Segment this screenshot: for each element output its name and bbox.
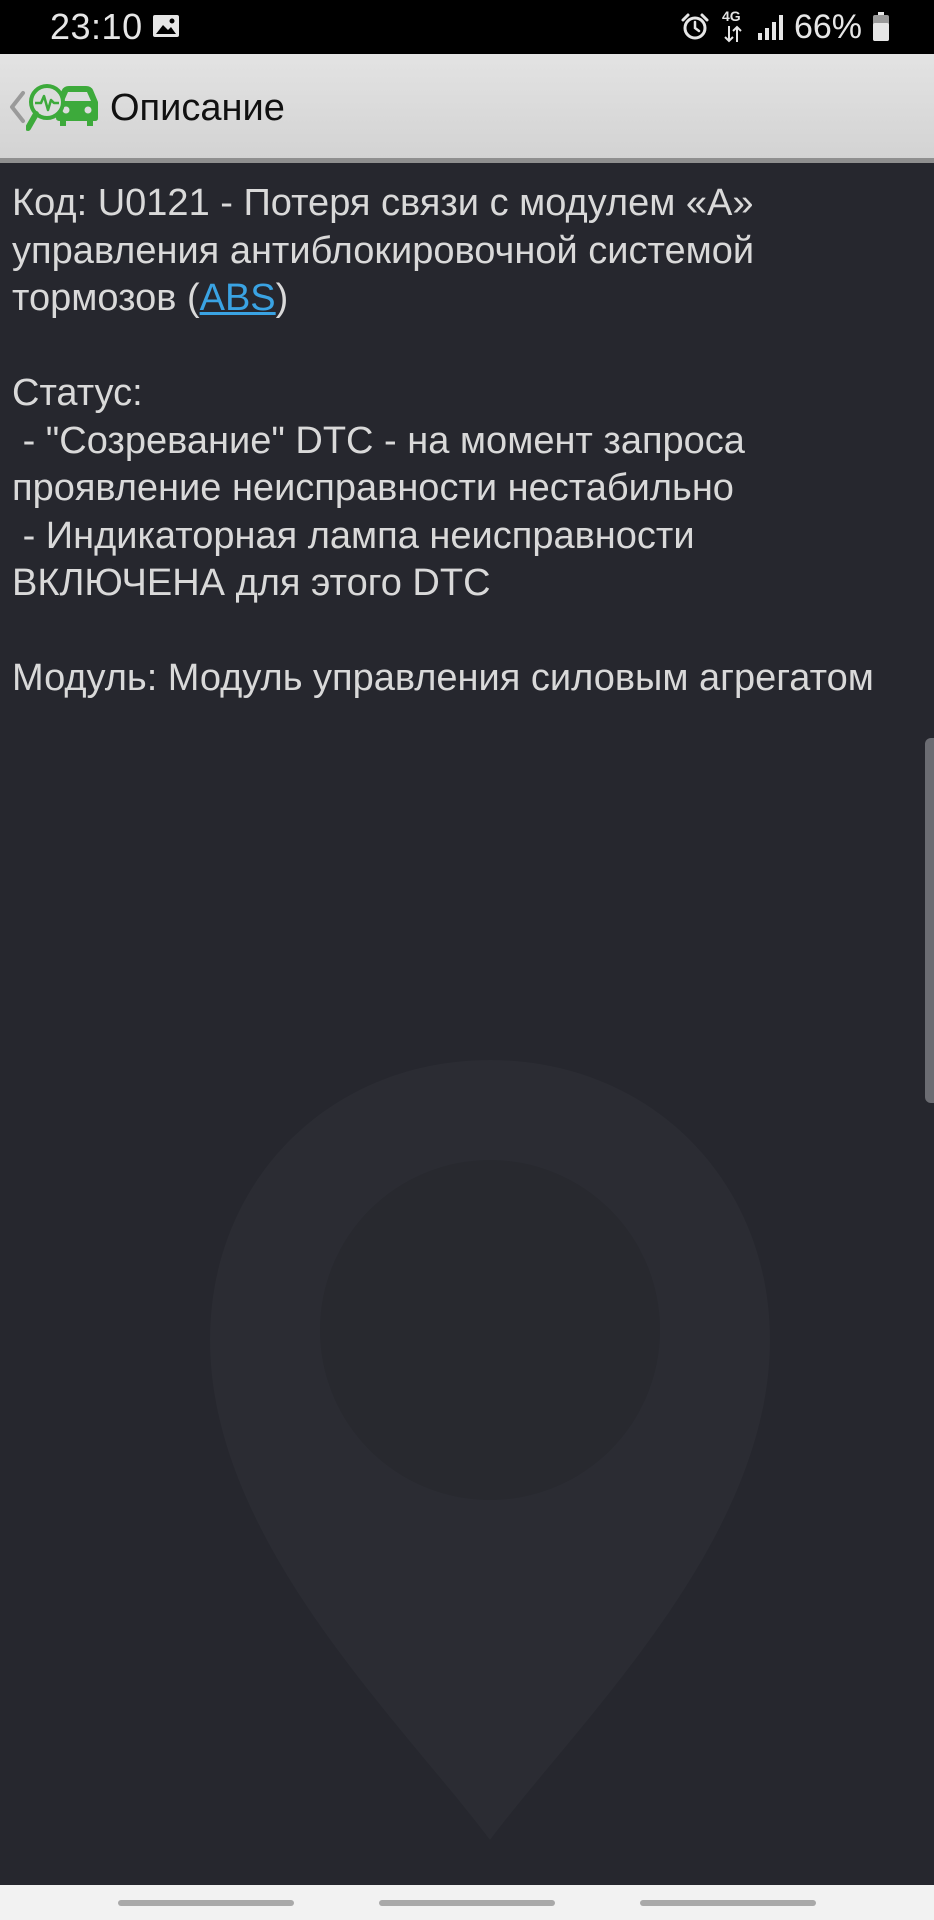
abs-link[interactable]: ABS [200,277,276,319]
battery-icon [872,12,890,42]
network-arrows-icon [724,25,742,43]
signal-icon [756,13,784,41]
status-label: Статус: [12,372,143,414]
code-text-suffix: ) [275,277,289,319]
module-description: Модуль: Модуль управления силовым агрега… [12,657,874,699]
car-diagnostics-logo-icon[interactable] [25,80,100,136]
back-chevron-icon[interactable] [8,90,26,124]
code-text: Код: U0121 - Потеря связи с модулем «A» … [12,182,765,319]
scrollbar-thumb[interactable] [925,738,934,1103]
recent-apps-gesture-handle[interactable] [118,1900,294,1906]
status-item: - Индикаторная лампа неисправности ВКЛЮЧ… [12,514,706,605]
app-bar: Описание [0,54,934,163]
page-title: Описание [110,87,285,129]
network-indicator: 4G [720,9,746,45]
description-content: Код: U0121 - Потеря связи с модулем «A» … [12,180,912,703]
status-item: - "Созревание" DTC - на момент запроса п… [12,419,756,510]
status-bar: 23:10 4G 66% [0,0,934,54]
home-gesture-handle[interactable] [379,1900,555,1906]
back-gesture-handle[interactable] [640,1900,816,1906]
network-type: 4G [721,8,741,24]
alarm-icon [680,12,710,42]
status-time: 23:10 [50,6,143,47]
status-icons: 4G 66% [680,6,890,48]
navigation-bar [0,1885,934,1920]
gallery-icon [152,14,180,38]
code-description: Код: U0121 - Потеря связи с модулем «A» … [12,180,912,323]
background-watermark-icon [210,1060,770,1840]
battery-percent: 66% [793,8,862,46]
